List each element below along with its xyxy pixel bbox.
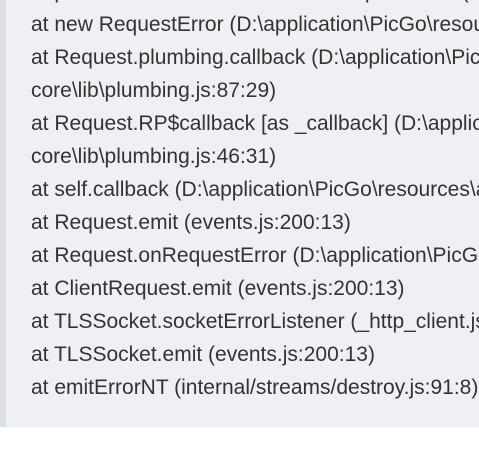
stack-trace-line: core\lib\plumbing.js:46:31) bbox=[31, 145, 277, 168]
stack-trace-line: core\lib\plumbing.js:87:29) bbox=[31, 79, 277, 102]
stack-trace-lines: at promise.then.then.then.catch.RequestE… bbox=[31, 0, 479, 404]
stack-trace-line: at ClientRequest.emit (events.js:200:13) bbox=[31, 277, 405, 300]
stack-trace-line: at self.callback (D:\application\PicGo\r… bbox=[31, 178, 479, 201]
stack-trace-line: at emitErrorNT (internal/streams/destroy… bbox=[31, 376, 479, 399]
stack-trace-line: at Request.plumbing.callback (D:\applica… bbox=[31, 46, 479, 69]
stack-trace-line: at promise.then.then.then.catch.RequestE… bbox=[31, 0, 479, 8]
stack-trace-line: at TLSSocket.emit (events.js:200:13) bbox=[31, 343, 375, 366]
stack-trace-line: at Request.onRequestError (D:\applicatio… bbox=[31, 244, 479, 267]
stack-trace-line: at new RequestError (D:\application\PicG… bbox=[31, 13, 479, 36]
stack-trace-line: at Request.RP$callback [as _callback] (D… bbox=[31, 112, 479, 135]
error-stack-trace-block: at promise.then.then.then.catch.RequestE… bbox=[0, 0, 479, 427]
stack-trace-line: at TLSSocket.socketErrorListener (_http_… bbox=[31, 310, 479, 333]
stack-trace-line: at Request.emit (events.js:200:13) bbox=[31, 211, 351, 234]
